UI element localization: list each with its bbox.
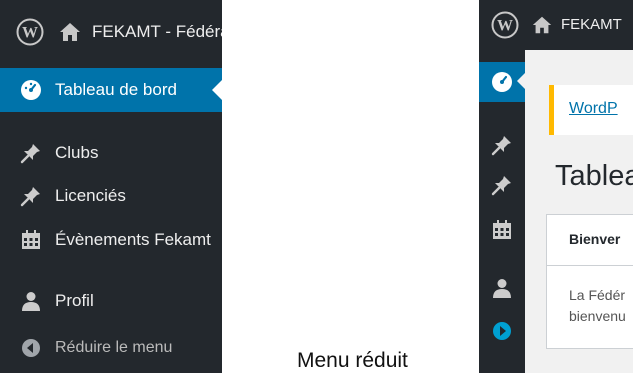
menu-item-profil[interactable]: Profil — [0, 279, 222, 323]
menu-item-evenements[interactable] — [479, 210, 525, 250]
menu-item-dashboard[interactable]: Tableau de bord — [0, 68, 222, 112]
site-title[interactable]: FEKAMT - Fédéra — [92, 20, 222, 44]
collapsed-admin-view: W FEKAMT WordP Tablea Bienver La Fédér b… — [479, 0, 633, 373]
active-indicator — [212, 79, 222, 101]
menu-item-licencies[interactable]: Licenciés — [0, 174, 222, 218]
admin-bar: W FEKAMT - Fédéra — [0, 0, 222, 62]
calendar-icon — [493, 220, 511, 239]
calendar-icon — [22, 230, 40, 249]
menu-label-dashboard: Tableau de bord — [55, 80, 177, 99]
pin-icon — [491, 176, 511, 196]
expand-arrow-icon — [493, 322, 511, 340]
welcome-title: Bienver — [569, 231, 621, 247]
dashboard-icon — [21, 80, 41, 100]
update-notice: WordP — [549, 85, 633, 135]
welcome-panel-header: Bienver — [547, 215, 633, 266]
menu-item-evenements[interactable]: Évènements Fekamt — [0, 218, 222, 262]
user-icon — [493, 279, 511, 298]
menu-item-clubs[interactable] — [479, 125, 525, 165]
user-icon — [22, 292, 40, 311]
collapse-arrow-icon — [22, 339, 40, 357]
pin-icon — [20, 144, 40, 164]
wordpress-logo-icon[interactable]: W — [491, 11, 519, 39]
menu-item-licencies[interactable] — [479, 165, 525, 205]
welcome-text-line: La Fédér — [569, 287, 626, 303]
notice-link[interactable]: WordP — [569, 100, 618, 118]
site-title[interactable]: FEKAMT — [561, 13, 622, 37]
dashboard-icon — [492, 72, 512, 92]
expanded-admin-menu: W FEKAMT - Fédéra Tableau de bord Clubs … — [0, 0, 222, 373]
welcome-panel: Bienver La Fédér bienvenu — [546, 214, 633, 349]
menu-label-licencies: Licenciés — [55, 186, 126, 205]
welcome-text-line: bienvenu — [569, 308, 626, 324]
svg-text:W: W — [497, 18, 513, 35]
pin-icon — [20, 187, 40, 207]
caption-text: Menu réduit — [297, 349, 408, 372]
expand-menu-button[interactable] — [479, 311, 525, 351]
welcome-text: La Fédér bienvenu — [569, 285, 626, 327]
collapse-menu-button[interactable]: Réduire le menu — [0, 326, 222, 370]
menu-item-profil[interactable] — [479, 268, 525, 308]
menu-label-profil: Profil — [55, 291, 94, 310]
admin-bar: W FEKAMT — [479, 0, 633, 50]
pin-icon — [491, 136, 511, 156]
menu-label-collapse: Réduire le menu — [55, 339, 173, 356]
active-indicator — [517, 72, 526, 90]
wordpress-logo-icon[interactable]: W — [16, 18, 44, 46]
page-title: Tablea — [555, 160, 633, 192]
menu-label-clubs: Clubs — [55, 143, 99, 162]
svg-text:W: W — [22, 25, 38, 42]
collapsed-sidebar — [479, 50, 526, 373]
home-icon[interactable] — [58, 20, 82, 44]
menu-label-evenements: Évènements Fekamt — [55, 230, 211, 249]
menu-item-clubs[interactable]: Clubs — [0, 131, 222, 175]
menu-item-dashboard[interactable] — [479, 62, 526, 102]
home-icon[interactable] — [531, 14, 553, 36]
